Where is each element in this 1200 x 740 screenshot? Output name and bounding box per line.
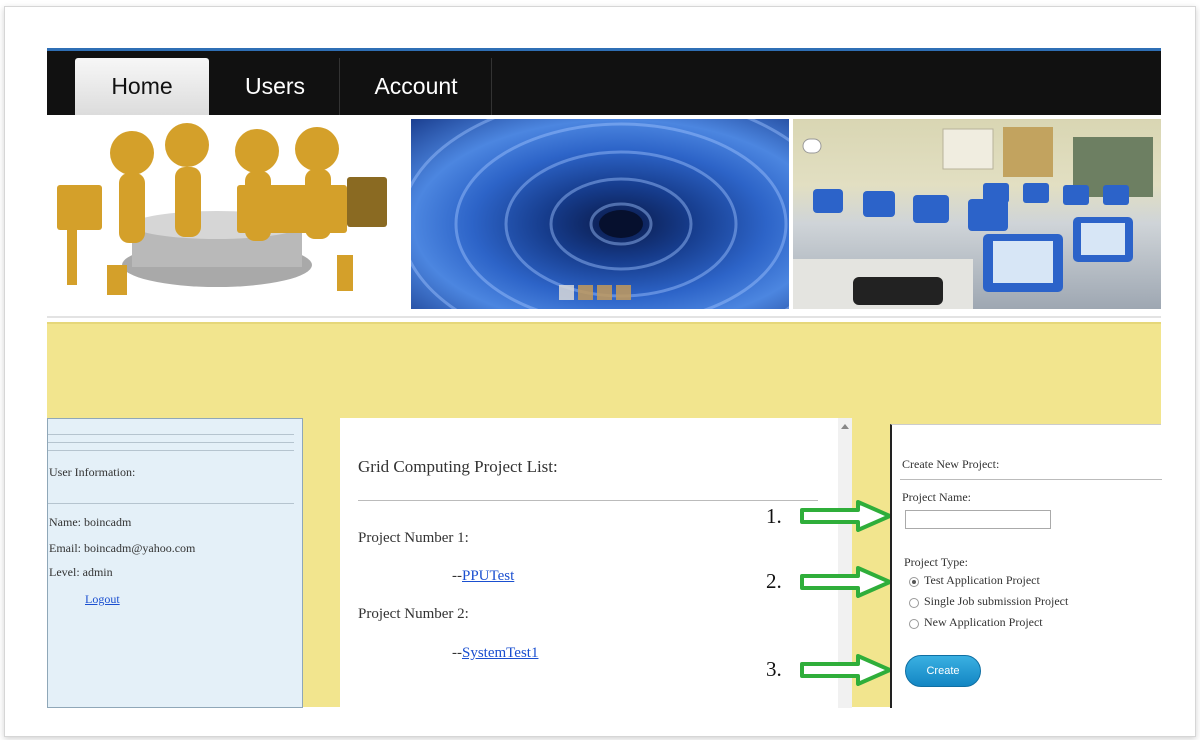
create-button[interactable]: Create [905,655,981,687]
user-level: Level: admin [49,565,113,579]
project-entry-1: --PPUTest [452,568,515,584]
green-arrow-icon [800,500,892,532]
panel-rule [48,503,294,504]
radio-label-test-application[interactable]: Test Application Project [924,573,1040,588]
banner-image-computer-lab [793,119,1161,309]
top-navigation-bar: Home Users Account [47,48,1161,115]
project-name-label: Project Name: [902,490,971,504]
project-entry-2: --SystemTest1 [452,645,539,661]
create-project-rule [900,479,1162,480]
scroll-up-arrow-icon[interactable] [841,424,849,429]
project-type-label: Project Type: [904,555,968,569]
banner-slideshow [47,115,1161,311]
radio-label-new-application[interactable]: New Application Project [924,615,1043,630]
project-link-pputest[interactable]: PPUTest [462,568,514,584]
user-info-heading: User Information: [49,465,136,479]
tab-separator [491,58,492,115]
tab-separator [339,58,340,115]
step-number-2: 2. [766,569,782,593]
green-arrow-icon [800,566,892,598]
panel-rule [48,450,294,451]
user-email: Email: boincadm@yahoo.com [49,541,196,555]
create-project-heading: Create New Project: [902,457,1000,471]
slide-dot[interactable] [559,285,574,300]
panel-rule [48,442,294,443]
project-link-systemtest1[interactable]: SystemTest1 [462,645,538,661]
tab-users[interactable]: Users [227,58,323,115]
green-arrow-icon [800,654,892,686]
banner-image-binary-tunnel [399,115,843,311]
project-name-input[interactable] [905,510,1051,529]
slideshow-indicators [559,285,631,300]
banner-divider [47,316,1161,318]
project-list-title: Grid Computing Project List: [358,457,558,476]
radio-single-job-submission[interactable] [909,598,919,608]
user-info-panel: User Information: Name: boincadm Email: … [47,418,303,708]
user-name: Name: boincadm [49,515,132,529]
panel-rule [48,434,294,435]
step-number-3: 3. [766,657,782,681]
logout-link[interactable]: Logout [85,592,120,607]
radio-test-application[interactable] [909,577,919,587]
project-label-1: Project Number 1: [358,530,469,546]
banner-image-team-computers [47,115,409,311]
radio-label-single-job-submission[interactable]: Single Job submission Project [924,594,1068,609]
project-label-2: Project Number 2: [358,606,469,622]
radio-new-application[interactable] [909,619,919,629]
slide-dot[interactable] [616,285,631,300]
slide-dot[interactable] [578,285,593,300]
project-list-rule [358,500,818,501]
slide-dot[interactable] [597,285,612,300]
tab-home[interactable]: Home [75,58,209,115]
step-number-1: 1. [766,504,782,528]
tab-account[interactable]: Account [347,58,485,115]
